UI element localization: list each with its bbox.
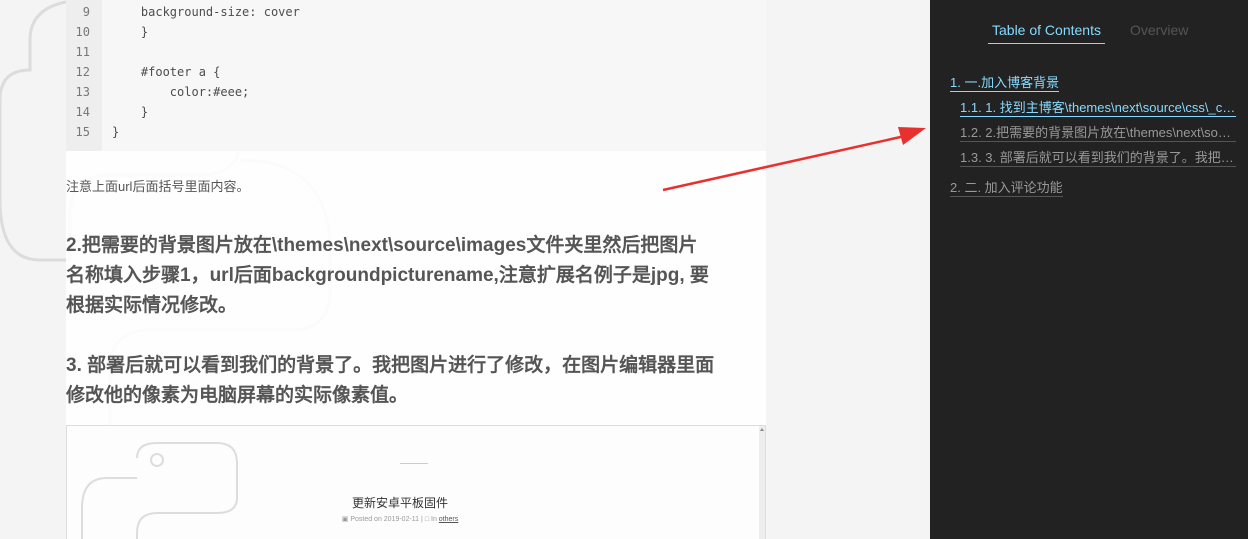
post-title: 更新安卓平板固件	[351, 496, 448, 510]
section-heading-2-line: 2.把需要的背景图片放在\themes\next\source\images文件…	[66, 235, 698, 256]
section-heading-3-line: 修改他的像素为电脑屏幕的实际像素值。	[66, 385, 409, 406]
divider	[400, 463, 428, 464]
line-number: 9	[82, 5, 90, 19]
note-paragraph: 注意上面url后面括号里面内容。	[66, 179, 250, 194]
section-heading-2-line: 根据实际情况修改。	[66, 295, 238, 316]
code-line: 14 }	[66, 102, 766, 122]
line-number: 13	[75, 85, 90, 99]
toc-item-1-2[interactable]: 1.2. 2.把需要的背景图片放在\themes\next\source\ima…	[960, 122, 1236, 142]
calendar-icon: ▣	[341, 516, 349, 523]
code-line: 12 #footer a {	[66, 62, 766, 82]
article-content: 9 background-size: cover 10 } 11 12 #foo…	[66, 0, 766, 539]
toc-item-1-1[interactable]: 1.1. 1. 找到主博客\themes\next\source\css\_cu…	[960, 97, 1236, 117]
line-number: 10	[75, 25, 90, 39]
python-logo-icon	[81, 442, 238, 539]
code-text: #footer a {	[112, 65, 221, 79]
code-text: }	[112, 125, 120, 139]
category-prefix: In	[431, 516, 437, 523]
tab-overview[interactable]: Overview	[1130, 22, 1188, 38]
section-heading-2-line: 名称填入步骤1，url后面backgroundpicturename,注意扩展名…	[66, 265, 709, 286]
code-text: }	[112, 25, 149, 39]
page-background: 9 background-size: cover 10 } 11 12 #foo…	[0, 0, 930, 539]
code-line: 10 }	[66, 22, 766, 42]
folder-icon: □	[424, 516, 430, 523]
line-number: 14	[75, 105, 90, 119]
sidebar: Table of Contents Overview 1. 一.加入博客背景 1…	[930, 0, 1248, 539]
scroll-up-arrow-icon	[760, 428, 764, 431]
code-line: 9 background-size: cover	[66, 2, 766, 22]
section-heading-3-line: 3. 部署后就可以看到我们的背景了。我把图片进行了修改，在图片编辑器里面	[66, 355, 715, 376]
toc-item-1-3[interactable]: 1.3. 3. 部署后就可以看到我们的背景了。我把图片进行了修改	[960, 147, 1236, 167]
tab-table-of-contents[interactable]: Table of Contents	[988, 22, 1105, 44]
code-text: color:#eee;	[112, 85, 250, 99]
code-line: 13 color:#eee;	[66, 82, 766, 102]
meta-separator: |	[421, 516, 423, 523]
toc-item-2[interactable]: 2. 二. 加入评论功能	[950, 177, 1063, 197]
line-number: 11	[75, 45, 90, 59]
post-meta: ▣ Posted on 2019-02-11 | □ In others	[67, 515, 733, 523]
scrollbar	[759, 426, 765, 539]
line-number: 15	[75, 125, 90, 139]
posted-on: Posted on 2019-02-11	[350, 516, 420, 523]
code-line: 15}	[66, 122, 766, 142]
toc-item-1[interactable]: 1. 一.加入博客背景	[950, 72, 1060, 92]
code-block: 9 background-size: cover 10 } 11 12 #foo…	[66, 0, 766, 151]
line-number: 12	[75, 65, 90, 79]
category-link: others	[438, 516, 459, 523]
embedded-screenshot: 更新安卓平板固件 ▣ Posted on 2019-02-11 | □ In o…	[66, 425, 766, 539]
code-text: background-size: cover	[112, 5, 300, 19]
code-line: 11	[66, 42, 766, 62]
code-text: }	[112, 105, 149, 119]
